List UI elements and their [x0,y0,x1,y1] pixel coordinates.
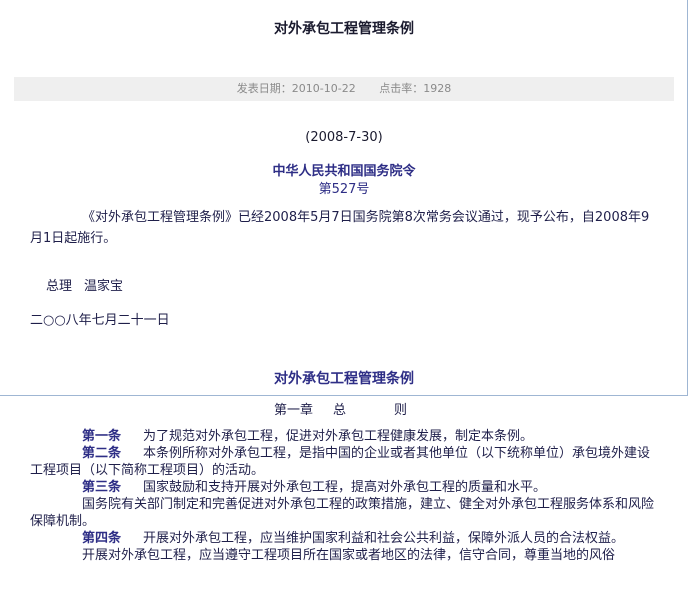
article-paragraph: 第一条 为了规范对外承包工程，促进对外承包工程健康发展，制定本条例。 [30,428,658,445]
article-text: 开展对外承包工程，应当遵守工程项目所在国家或者地区的法律，信守合同，尊重当地的风… [82,548,616,563]
premier-title: 总理 [46,279,73,294]
article-number: 第二条 [82,446,122,461]
article-text: 国家鼓励和支持开展对外承包工程，提高对外承包工程的质量和水平。 [143,480,547,495]
decree-announcement: 《对外承包工程管理条例》已经2008年5月7日国务院第8次常务会议通过，现予公布… [30,210,650,246]
article-info-bar: 发表日期：2010-10-22 点击率：1928 [14,77,674,101]
article-text: 本条例所称对外承包工程，是指中国的企业或者其他单位（以下统称单位）承包境外建设工… [30,446,651,478]
premier-signature: 总理 温家宝 [46,275,123,294]
decree-date: (2008-7-30) [305,130,383,145]
publish-date: 发表日期：2010-10-22 [236,82,356,95]
article-text: 为了规范对外承包工程，促进对外承包工程健康发展，制定本条例。 [143,429,534,444]
articles-list: 第一条 为了规范对外承包工程，促进对外承包工程健康发展，制定本条例。 第二条 本条例… [30,428,658,564]
chapter-heading: 第一章 总 则 [274,399,407,418]
click-rate: 点击率：1928 [379,82,452,95]
article-paragraph: 第四条 开展对外承包工程，应当维护国家利益和社会公共利益，保障外派人员的合法权益。 [30,530,658,547]
chapter-name-part: 则 [394,403,408,418]
regulation-title: 对外承包工程管理条例 [274,371,414,387]
article-text: 国务院有关部门制定和完善促进对外承包工程的政策措施，建立、健全对外承包工程服务体… [30,497,655,529]
article-number: 第三条 [82,480,122,495]
chapter-name-part: 总 [333,403,347,418]
article-paragraph: 开展对外承包工程，应当遵守工程项目所在国家或者地区的法律，信守合同，尊重当地的风… [30,547,658,564]
article-text: 开展对外承包工程，应当维护国家利益和社会公共利益，保障外派人员的合法权益。 [143,531,625,546]
article-paragraph: 第三条 国家鼓励和支持开展对外承包工程，提高对外承包工程的质量和水平。 [30,479,658,496]
article-number: 第一条 [82,429,122,444]
article-frame [0,0,688,396]
sign-date: 二○○八年七月二十一日 [30,313,170,328]
premier-name: 温家宝 [84,279,124,294]
article-paragraph: 第二条 本条例所称对外承包工程，是指中国的企业或者其他单位（以下统称单位）承包境外… [30,445,658,479]
decree-number: 第527号 [318,182,370,197]
page-title: 对外承包工程管理条例 [274,21,414,37]
article-paragraph: 国务院有关部门制定和完善促进对外承包工程的政策措施，建立、健全对外承包工程服务体… [30,496,658,530]
article-number: 第四条 [82,531,122,546]
decree-title: 中华人民共和国国务院令 [272,164,416,179]
chapter-number: 第一章 [274,403,314,418]
